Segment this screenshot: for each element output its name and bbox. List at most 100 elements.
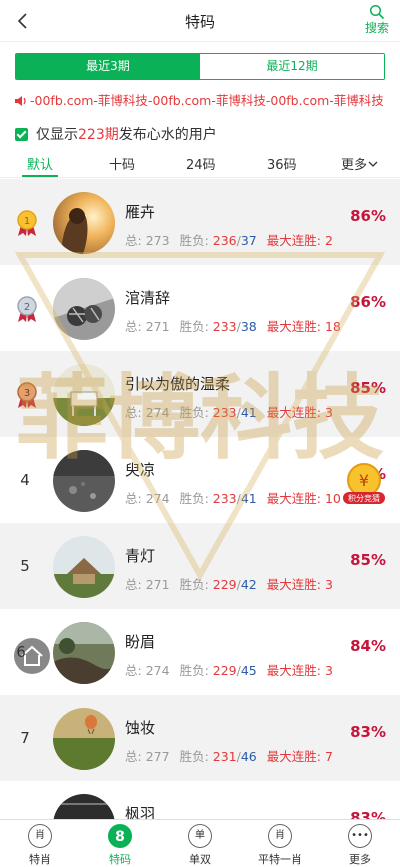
tab-more-label: 更多 <box>341 158 368 173</box>
winloss-label: 胜负: <box>179 491 209 506</box>
flat-zodiac-icon: 肖 <box>268 824 292 848</box>
total-value: 273 <box>145 233 170 248</box>
tab-36-codes[interactable]: 36码 <box>267 154 297 173</box>
streak-value: 7 <box>324 749 333 764</box>
user-name: 引以为傲的温柔 <box>125 375 231 393</box>
loss-value: 42 <box>240 577 257 592</box>
avatar <box>53 622 115 684</box>
list-item[interactable]: 6 盼眉 总: 274 胜负: 229/45 最大连胜: 3 84% <box>0 609 400 695</box>
avatar <box>53 278 115 340</box>
winloss-label: 胜负: <box>179 319 209 334</box>
total-label: 总: <box>125 491 142 506</box>
tab-ten-codes[interactable]: 十码 <box>109 154 135 173</box>
tab-24-codes[interactable]: 24码 <box>186 154 216 173</box>
filter-option[interactable]: 仅显示 223期 发布心水的用户 <box>15 124 217 144</box>
nav-label: 平特一肖 <box>258 853 302 866</box>
total-label: 总: <box>125 319 142 334</box>
streak-label: 最大连胜: <box>266 319 321 334</box>
user-name: 臾凉 <box>125 461 156 479</box>
announcement-marquee: -00fb.com-菲博科技-00fb.com-菲博科技-00fb.com-菲博… <box>14 90 400 110</box>
svg-text:3: 3 <box>24 388 30 399</box>
zodiac-icon: 肖 <box>28 824 52 848</box>
user-stats: 总: 277 胜负: 231/46 最大连胜: 7 <box>125 749 333 764</box>
avatar <box>53 364 115 426</box>
svg-text:1: 1 <box>24 216 30 227</box>
streak-label: 最大连胜: <box>266 749 321 764</box>
speaker-icon <box>15 96 26 106</box>
loss-value: 41 <box>240 491 257 506</box>
total-label: 总: <box>125 749 142 764</box>
streak-value: 3 <box>324 577 333 592</box>
tab-default[interactable]: 默认 <box>27 154 53 173</box>
tab-recent-3[interactable]: 最近3期 <box>16 54 200 79</box>
streak-value: 10 <box>324 491 341 506</box>
win-value: 233 <box>212 491 237 506</box>
points-quiz-badge[interactable]: ¥ 积分竞猜 <box>340 462 388 506</box>
checkbox-checked-icon[interactable] <box>15 127 28 141</box>
coin-symbol: ¥ <box>359 471 369 490</box>
total-label: 总: <box>125 405 142 420</box>
list-item[interactable]: 3 引以为傲的温柔 总: 274 胜负: 233/41 最大连胜: 3 85% <box>0 351 400 437</box>
streak-label: 最大连胜: <box>266 577 321 592</box>
filter-suffix: 发布心水的用户 <box>118 127 217 143</box>
win-rate: 85% <box>350 379 386 397</box>
user-stats: 总: 271 胜负: 233/38 最大连胜: 18 <box>125 319 341 334</box>
search-label: 搜索 <box>364 21 389 35</box>
nav-odd-even[interactable]: 单 单双 <box>170 824 230 867</box>
odd-even-icon: 单 <box>188 824 212 848</box>
list-item[interactable]: 7 蚀妆 总: 277 胜负: 231/46 最大连胜: 7 83% <box>0 695 400 781</box>
avatar <box>53 794 115 819</box>
filter-prefix: 仅显示 <box>36 127 78 143</box>
total-value: 274 <box>145 663 170 678</box>
total-label: 总: <box>125 233 142 248</box>
more-icon: ••• <box>348 824 372 848</box>
user-name: 蚀妆 <box>125 719 156 737</box>
win-value: 229 <box>212 577 237 592</box>
page-title: 特码 <box>184 13 215 31</box>
chevron-down-icon <box>368 161 378 167</box>
rank-number: 5 <box>20 557 30 575</box>
nav-flat-zodiac[interactable]: 肖 平特一肖 <box>250 824 310 867</box>
winloss-label: 胜负: <box>179 405 209 420</box>
win-value: 233 <box>212 405 237 420</box>
user-name: 青灯 <box>125 547 156 565</box>
nav-label: 更多 <box>349 853 371 866</box>
avatar <box>53 536 115 598</box>
total-label: 总: <box>125 577 142 592</box>
win-rate: 86% <box>350 293 386 311</box>
nav-special-code[interactable]: 8 特码 <box>90 824 150 867</box>
tab-recent-12[interactable]: 最近12期 <box>200 54 384 79</box>
user-stats: 总: 271 胜负: 229/42 最大连胜: 3 <box>125 577 333 592</box>
list-item[interactable]: 5 青灯 总: 271 胜负: 229/42 最大连胜: 3 85% <box>0 523 400 609</box>
total-value: 274 <box>145 491 170 506</box>
avatar <box>53 192 115 254</box>
search-button[interactable]: 搜索 <box>362 4 392 36</box>
tab-more[interactable]: 更多 <box>341 154 378 173</box>
loss-value: 46 <box>240 749 257 764</box>
list-item[interactable]: 2 涫清辞 总: 271 胜负: 233/38 最大连胜: 18 86% <box>0 265 400 351</box>
nav-label: 特肖 <box>29 853 51 866</box>
avatar <box>53 708 115 770</box>
win-value: 233 <box>212 319 237 334</box>
rank-number: 7 <box>20 729 30 747</box>
user-stats: 总: 274 胜负: 229/45 最大连胜: 3 <box>125 663 333 678</box>
nav-special-zodiac[interactable]: 肖 特肖 <box>10 824 70 867</box>
streak-value: 18 <box>324 319 341 334</box>
svg-text:2: 2 <box>24 302 30 313</box>
rank-number: 4 <box>20 471 30 489</box>
win-value: 236 <box>212 233 237 248</box>
loss-value: 38 <box>240 319 257 334</box>
user-stats: 总: 274 胜负: 233/41 最大连胜: 3 <box>125 405 333 420</box>
filter-count: 223期 <box>78 127 119 143</box>
active-tab-underline <box>22 175 58 177</box>
loss-value: 37 <box>240 233 257 248</box>
streak-value: 2 <box>324 233 333 248</box>
coin-label: 积分竞猜 <box>348 493 380 503</box>
winloss-label: 胜负: <box>179 663 209 678</box>
silver-medal-icon: 2 <box>17 296 37 322</box>
list-item[interactable]: 1 雁卉 总: 273 胜负: 236/37 最大连胜: 2 86% <box>0 179 400 265</box>
header: 特码 搜索 <box>0 0 400 42</box>
list-item[interactable]: 枫羽 83% <box>0 781 400 819</box>
win-rate: 83% <box>350 723 386 741</box>
nav-more[interactable]: ••• 更多 <box>330 824 390 867</box>
